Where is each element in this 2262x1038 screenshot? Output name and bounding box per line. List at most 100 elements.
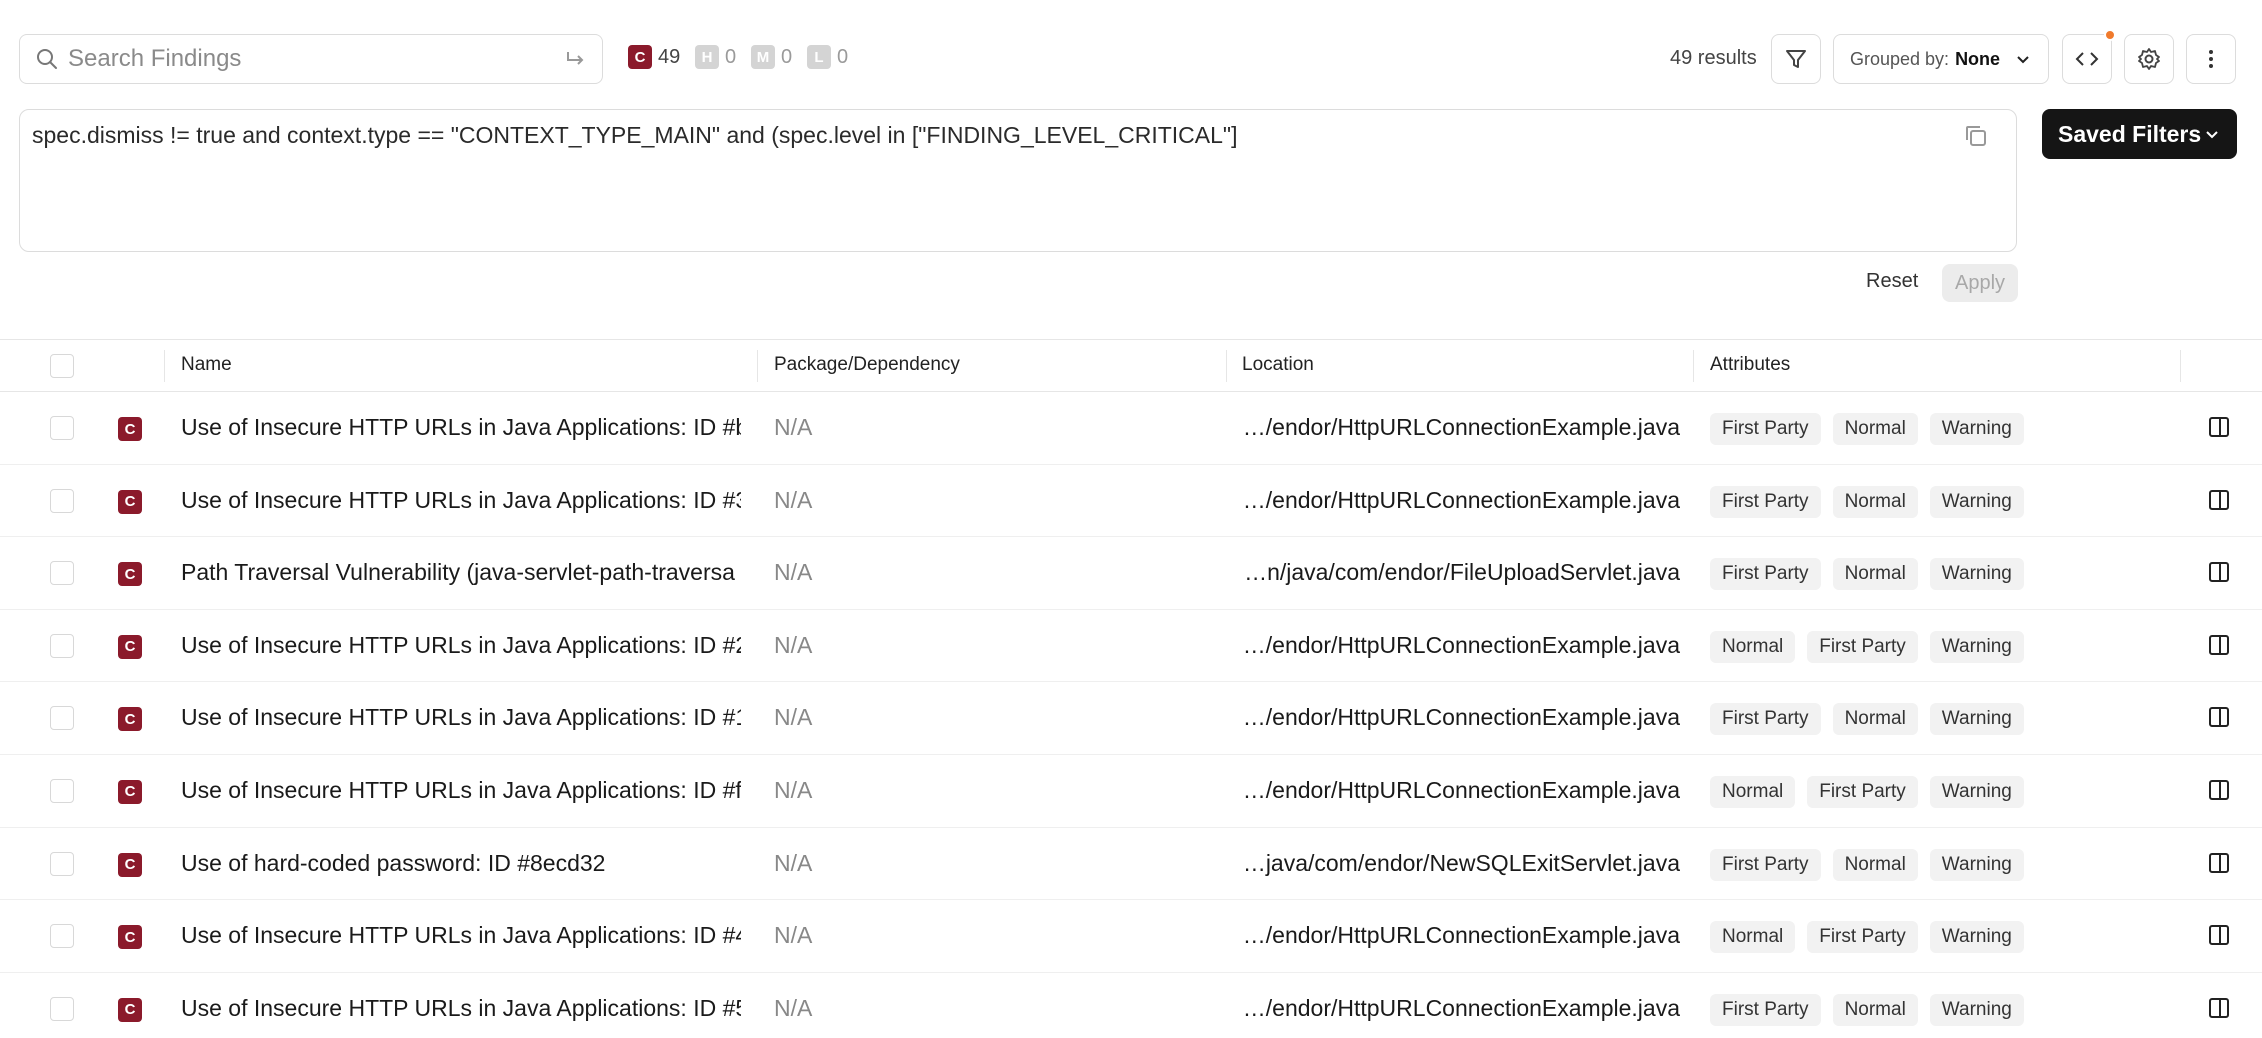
- table-row[interactable]: C Path Traversal Vulnerability (java-ser…: [0, 537, 2262, 610]
- column-header-name[interactable]: Name: [181, 354, 232, 376]
- attribute-tag: Warning: [1929, 921, 2024, 954]
- row-checkbox[interactable]: [50, 561, 74, 586]
- finding-name[interactable]: Use of Insecure HTTP URLs in Java Applic…: [181, 995, 741, 1022]
- attribute-tag: Normal: [1832, 485, 1918, 518]
- attribute-tag: Normal: [1710, 630, 1796, 663]
- row-checkbox[interactable]: [50, 706, 74, 731]
- notification-dot: [2104, 29, 2116, 41]
- finding-package: N/A: [774, 776, 813, 803]
- table-row[interactable]: C Use of hard-coded password: ID #8ecd32…: [0, 828, 2262, 901]
- column-header-location[interactable]: Location: [1242, 354, 1314, 376]
- high-badge: H: [695, 45, 719, 69]
- column-header-package[interactable]: Package/Dependency: [774, 354, 960, 376]
- more-vertical-icon: [2209, 50, 2213, 68]
- open-panel-icon[interactable]: [2207, 996, 2231, 1020]
- group-by-label: Grouped by:: [1850, 48, 1950, 69]
- finding-name[interactable]: Use of Insecure HTTP URLs in Java Applic…: [181, 922, 741, 949]
- finding-package: N/A: [774, 704, 813, 731]
- attribute-tag: Warning: [1929, 485, 2024, 518]
- reset-button[interactable]: Reset: [1866, 270, 1918, 293]
- saved-filters-button[interactable]: Saved Filters: [2042, 109, 2237, 159]
- settings-button[interactable]: [2124, 34, 2174, 84]
- finding-name[interactable]: Use of hard-coded password: ID #8ecd32: [181, 850, 741, 877]
- attribute-tag: Warning: [1929, 703, 2024, 736]
- finding-location: …java/com/endor/NewSQLExitServlet.java: [1242, 849, 1680, 876]
- column-header-attributes[interactable]: Attributes: [1710, 354, 1790, 376]
- group-by-select[interactable]: Grouped by: None: [1833, 34, 2049, 84]
- copy-icon[interactable]: [1962, 122, 1990, 150]
- finding-name[interactable]: Path Traversal Vulnerability (java-servl…: [181, 559, 741, 586]
- finding-package: N/A: [774, 559, 813, 586]
- table-row[interactable]: C Use of Insecure HTTP URLs in Java Appl…: [0, 682, 2262, 755]
- open-panel-icon[interactable]: [2207, 851, 2231, 875]
- open-panel-icon[interactable]: [2207, 778, 2231, 802]
- open-panel-icon[interactable]: [2207, 560, 2231, 584]
- search-input[interactable]: Search Findings: [19, 34, 603, 84]
- attribute-tag: Warning: [1929, 558, 2024, 591]
- code-view-button[interactable]: [2062, 29, 2116, 84]
- attribute-tag: Warning: [1929, 848, 2024, 881]
- table-row[interactable]: C Use of Insecure HTTP URLs in Java Appl…: [0, 755, 2262, 828]
- saved-filters-label: Saved Filters: [2058, 120, 2202, 147]
- more-options-button[interactable]: [2186, 34, 2236, 84]
- filter-query-text[interactable]: spec.dismiss != true and context.type ==…: [32, 122, 1237, 148]
- row-checkbox[interactable]: [50, 996, 74, 1021]
- column-divider: [1226, 350, 1227, 382]
- select-all-checkbox[interactable]: [50, 354, 74, 378]
- critical-severity-icon: C: [118, 779, 142, 804]
- filter-query-editor[interactable]: spec.dismiss != true and context.type ==…: [19, 109, 2017, 252]
- filter-button[interactable]: [1771, 34, 1821, 84]
- findings-table: Name Package/Dependency Location Attribu…: [0, 339, 2262, 1038]
- severity-critical[interactable]: C 49: [628, 45, 680, 69]
- open-panel-icon[interactable]: [2207, 633, 2231, 657]
- attribute-tag: Normal: [1832, 848, 1918, 881]
- high-count: 0: [725, 45, 737, 68]
- row-checkbox[interactable]: [50, 924, 74, 949]
- finding-name[interactable]: Use of Insecure HTTP URLs in Java Applic…: [181, 632, 741, 659]
- attribute-tag: First Party: [1710, 558, 1821, 591]
- finding-location: …/endor/HttpURLConnectionExample.java: [1242, 414, 1680, 440]
- finding-attributes: Normal First Party Warning: [1710, 921, 2024, 954]
- row-checkbox[interactable]: [50, 633, 74, 658]
- finding-name[interactable]: Use of Insecure HTTP URLs in Java Applic…: [181, 704, 741, 731]
- finding-package: N/A: [774, 922, 813, 949]
- apply-button[interactable]: Apply: [1942, 264, 2018, 302]
- attribute-tag: Normal: [1832, 993, 1918, 1026]
- toolbar: Search Findings C 49 H 0 M 0 L 0 49 resu…: [0, 0, 2262, 108]
- filter-icon: [1786, 50, 1806, 68]
- row-checkbox[interactable]: [50, 778, 74, 803]
- critical-severity-icon: C: [118, 634, 142, 659]
- finding-attributes: Normal First Party Warning: [1710, 775, 2024, 808]
- column-divider: [757, 350, 758, 382]
- open-panel-icon[interactable]: [2207, 415, 2231, 439]
- table-row[interactable]: C Use of Insecure HTTP URLs in Java Appl…: [0, 465, 2262, 538]
- severity-low[interactable]: L 0: [807, 45, 848, 69]
- table-row[interactable]: C Use of Insecure HTTP URLs in Java Appl…: [0, 900, 2262, 973]
- column-divider: [164, 350, 165, 382]
- finding-location: …/endor/HttpURLConnectionExample.java: [1242, 922, 1680, 949]
- search-icon: [34, 46, 60, 72]
- severity-high[interactable]: H 0: [695, 45, 736, 69]
- table-row[interactable]: C Use of Insecure HTTP URLs in Java Appl…: [0, 392, 2262, 465]
- row-checkbox[interactable]: [50, 488, 74, 513]
- finding-package: N/A: [774, 486, 813, 513]
- critical-severity-icon: C: [118, 707, 142, 732]
- finding-package: N/A: [774, 994, 813, 1021]
- row-checkbox[interactable]: [50, 851, 74, 876]
- finding-name[interactable]: Use of Insecure HTTP URLs in Java Applic…: [181, 414, 741, 441]
- enter-icon[interactable]: [562, 47, 588, 73]
- finding-name[interactable]: Use of Insecure HTTP URLs in Java Applic…: [181, 487, 741, 514]
- open-panel-icon[interactable]: [2207, 705, 2231, 729]
- medium-count: 0: [781, 45, 793, 68]
- attribute-tag: First Party: [1710, 703, 1821, 736]
- open-panel-icon[interactable]: [2207, 923, 2231, 947]
- low-count: 0: [837, 45, 849, 68]
- severity-medium[interactable]: M 0: [751, 45, 792, 69]
- row-checkbox[interactable]: [50, 416, 74, 440]
- table-row[interactable]: C Use of Insecure HTTP URLs in Java Appl…: [0, 610, 2262, 683]
- open-panel-icon[interactable]: [2207, 488, 2231, 512]
- finding-name[interactable]: Use of Insecure HTTP URLs in Java Applic…: [181, 777, 741, 804]
- finding-location: …n/java/com/endor/FileUploadServlet.java: [1244, 559, 1680, 586]
- table-row[interactable]: C Use of Insecure HTTP URLs in Java Appl…: [0, 973, 2262, 1038]
- attribute-tag: First Party: [1710, 413, 1821, 445]
